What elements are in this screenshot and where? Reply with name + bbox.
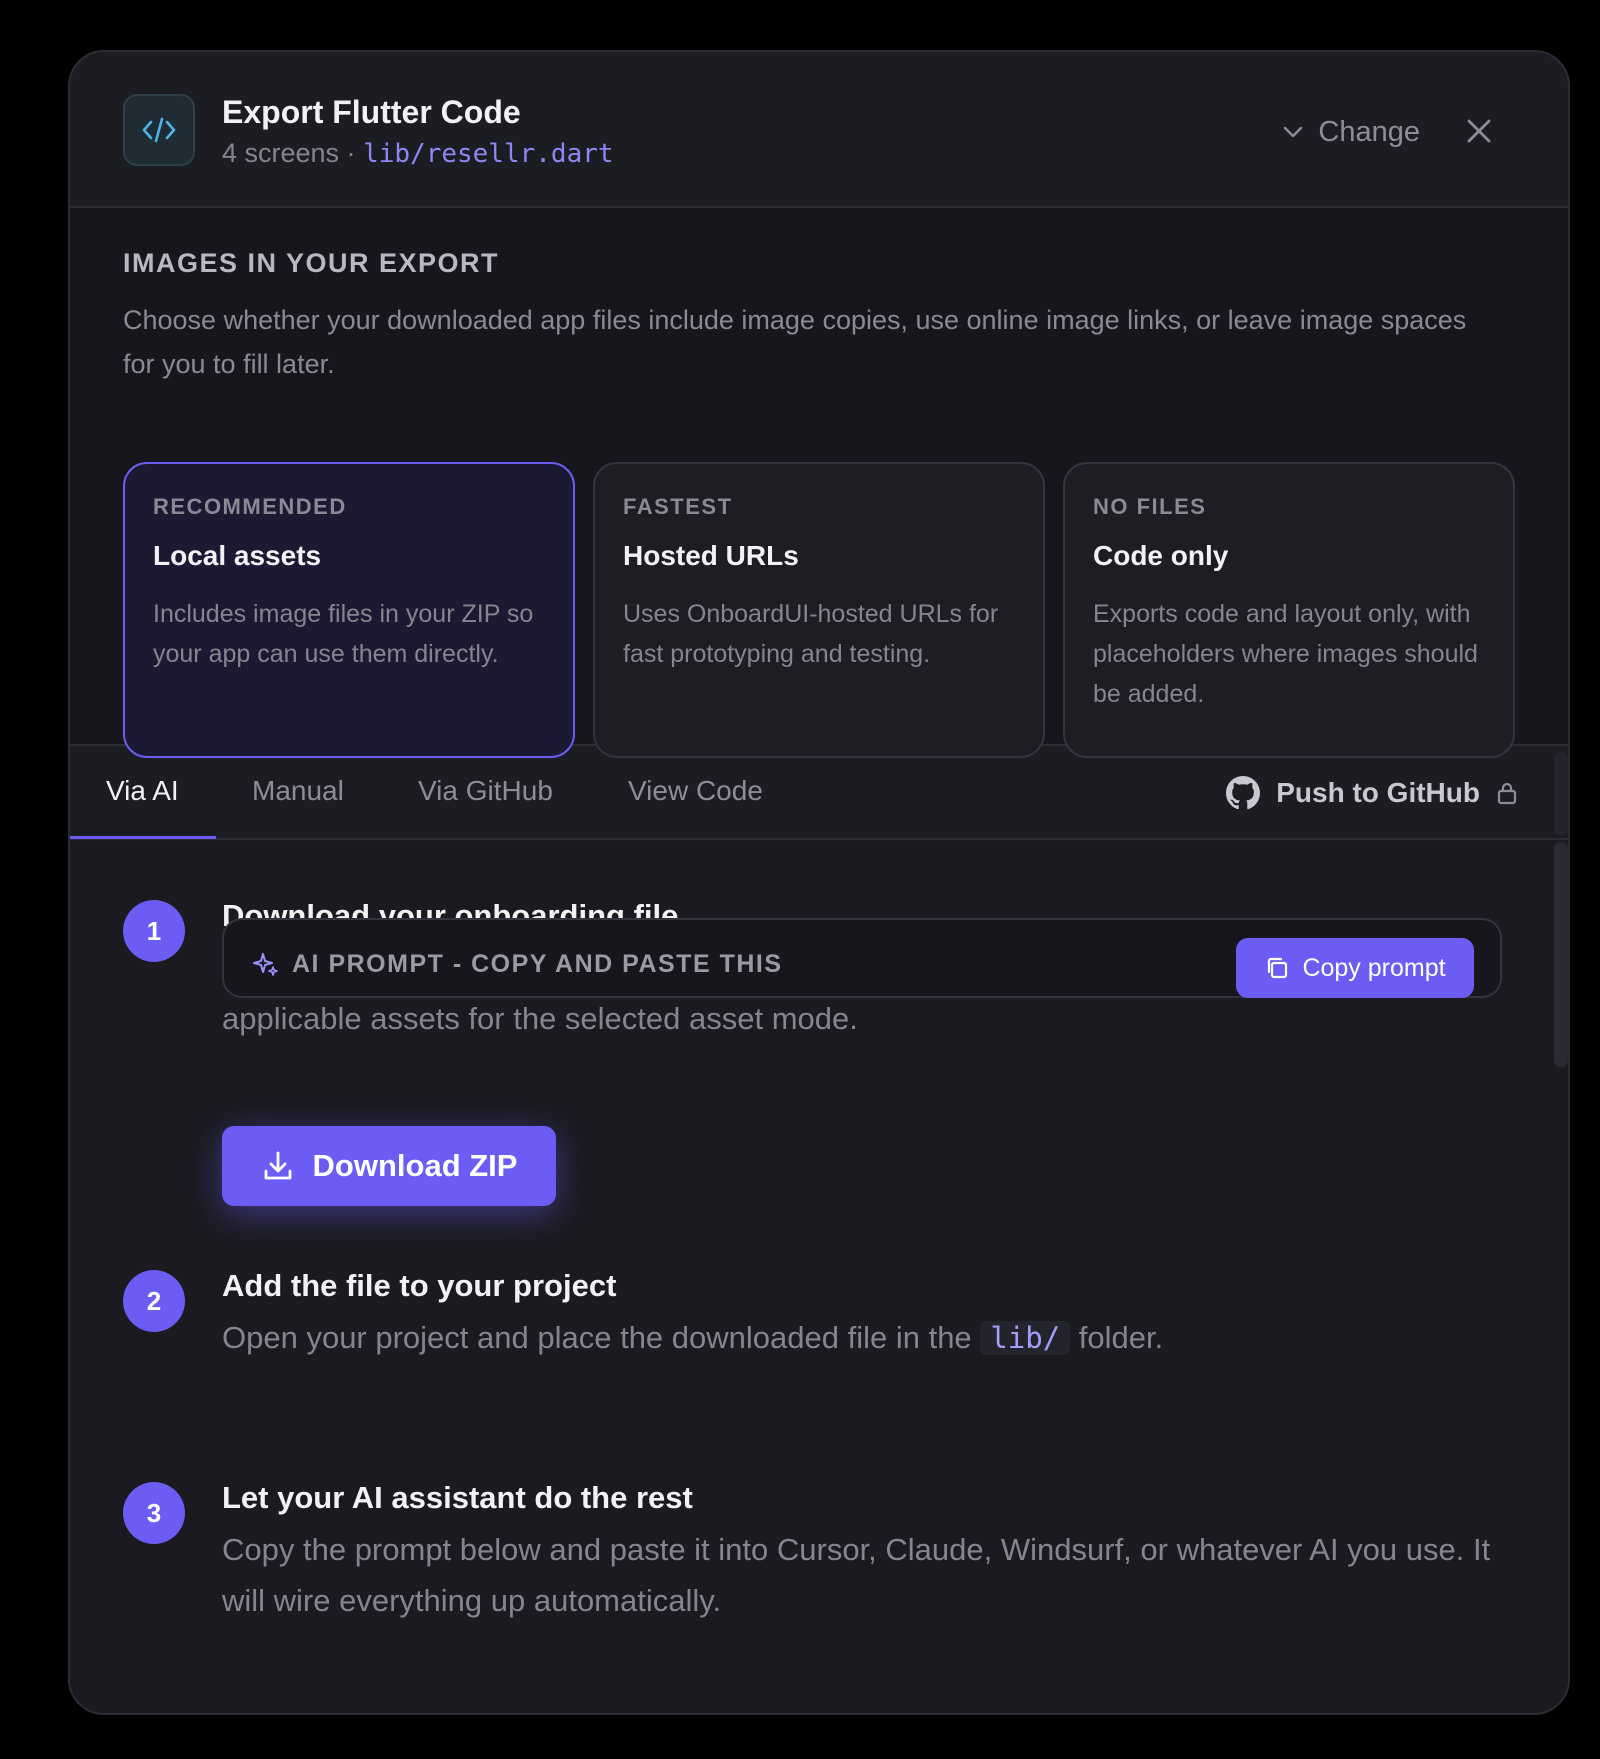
step-description-text: folder. xyxy=(1078,1320,1164,1355)
tab-view-code[interactable]: View Code xyxy=(628,746,763,840)
change-label: Change xyxy=(1318,115,1420,148)
step-number: 2 xyxy=(123,1270,185,1332)
active-tab-indicator xyxy=(70,836,216,839)
option-hosted-urls[interactable]: FASTEST Hosted URLs Uses OnboardUI-hoste… xyxy=(593,462,1045,758)
change-button[interactable]: Change xyxy=(1282,110,1420,154)
modal-header: Export Flutter Code 4 screens · lib/rese… xyxy=(70,52,1568,208)
download-zip-button[interactable]: Download ZIP xyxy=(222,1126,556,1206)
download-icon xyxy=(264,1151,291,1180)
github-icon xyxy=(1226,776,1261,810)
option-tag: RECOMMENDED xyxy=(153,494,347,519)
file-path: lib/resellr.dart xyxy=(363,139,614,169)
step-title: Add the file to your project xyxy=(222,1268,617,1303)
copy-prompt-label: Copy prompt xyxy=(1302,953,1446,982)
prompt-label-text: AI PROMPT - COPY AND PASTE THIS xyxy=(292,950,783,978)
sparkle-icon xyxy=(253,952,278,976)
copy-icon xyxy=(1268,957,1288,979)
option-local-assets[interactable]: RECOMMENDED Local assets Includes image … xyxy=(123,462,575,758)
lib-folder-code: lib/ xyxy=(980,1321,1071,1355)
tab-manual[interactable]: Manual xyxy=(252,746,344,840)
code-icon xyxy=(123,94,195,166)
modal-title: Export Flutter Code xyxy=(222,94,521,130)
option-code-only[interactable]: NO FILES Code only Exports code and layo… xyxy=(1063,462,1515,758)
download-zip-label: Download ZIP xyxy=(312,1148,518,1183)
option-tag: NO FILES xyxy=(1093,494,1207,519)
ai-prompt-box: AI PROMPT - COPY AND PASTE THIS Copy pro… xyxy=(222,918,1502,998)
option-description: Includes image files in your ZIP so your… xyxy=(153,600,534,668)
lock-icon xyxy=(1497,782,1517,805)
step-description: Open your project and place the download… xyxy=(222,1312,1522,1364)
screen-count: 4 screens · xyxy=(222,138,356,168)
modal-subtitle: 4 screens · lib/resellr.dart xyxy=(222,138,614,169)
close-button[interactable] xyxy=(1462,114,1496,148)
option-title: Local assets xyxy=(153,540,322,571)
asset-mode-options: RECOMMENDED Local assets Includes image … xyxy=(123,462,1515,758)
scrollbar-thumb[interactable] xyxy=(1554,842,1568,1067)
push-to-github-button[interactable]: Push to GitHub xyxy=(1226,746,1518,840)
section-label: IMAGES IN YOUR EXPORT xyxy=(123,248,500,278)
push-github-label: Push to GitHub xyxy=(1276,777,1480,808)
close-icon xyxy=(1467,119,1491,143)
step-title: Let your AI assistant do the rest xyxy=(222,1480,693,1515)
option-title: Hosted URLs xyxy=(623,540,799,571)
prompt-label: AI PROMPT - COPY AND PASTE THIS xyxy=(252,950,783,979)
option-title: Code only xyxy=(1093,540,1229,571)
option-description: Uses OnboardUI-hosted URLs for fast prot… xyxy=(623,600,999,668)
section-description: Choose whether your downloaded app files… xyxy=(123,305,1467,379)
chevron-down-icon xyxy=(1284,126,1303,138)
export-modal: Export Flutter Code 4 screens · lib/rese… xyxy=(68,50,1570,1715)
tab-via-ai[interactable]: Via AI xyxy=(106,746,179,840)
tab-via-github[interactable]: Via GitHub xyxy=(418,746,553,840)
copy-prompt-button[interactable]: Copy prompt xyxy=(1236,938,1474,998)
step-number: 1 xyxy=(123,900,185,962)
step-description: Copy the prompt below and paste it into … xyxy=(222,1532,1491,1618)
scrollbar-track[interactable] xyxy=(1554,752,1568,836)
step-number: 3 xyxy=(123,1482,185,1544)
option-description: Exports code and layout only, with place… xyxy=(1093,600,1478,708)
images-export-section: IMAGES IN YOUR EXPORT Choose whether you… xyxy=(70,208,1568,758)
export-tabs: Via AI Manual Via GitHub View Code Push … xyxy=(70,746,1568,840)
option-tag: FASTEST xyxy=(623,494,733,519)
step-description-text: Open your project and place the download… xyxy=(222,1320,972,1355)
